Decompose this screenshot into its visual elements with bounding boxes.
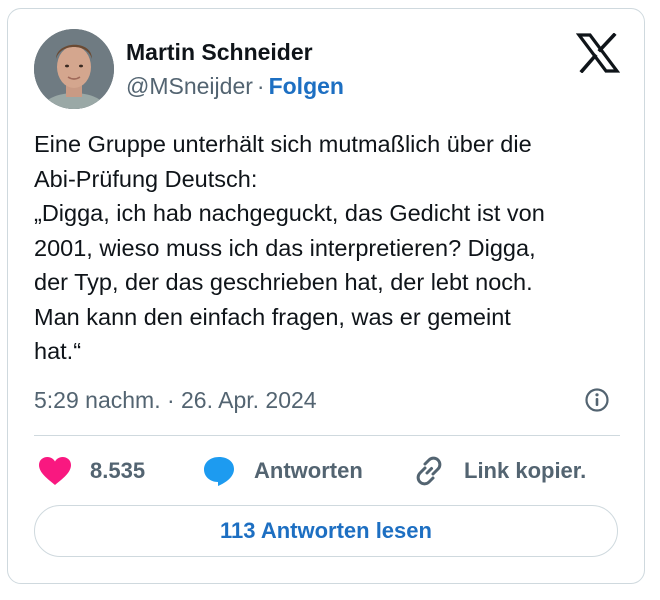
copy-link-label: Link kopier. — [464, 458, 587, 483]
x-logo-icon[interactable] — [575, 32, 621, 74]
like-button[interactable]: 8.535 — [38, 454, 145, 488]
tweet-card: Martin Schneider @MSneijder · Folgen Eine … — [7, 8, 645, 584]
author-name[interactable]: Martin Schneider — [126, 39, 313, 66]
reply-button[interactable]: Antworten — [202, 454, 363, 488]
read-replies-button[interactable]: 113 Antworten lesen — [34, 505, 618, 557]
avatar-image — [34, 29, 114, 109]
avatar[interactable] — [34, 29, 114, 109]
author-handle-row: @MSneijder · Folgen — [126, 73, 344, 100]
copy-link-button[interactable]: Link kopier. — [412, 454, 586, 488]
separator-dot: · — [256, 73, 265, 99]
reply-bubble-icon — [204, 457, 234, 486]
info-icon[interactable] — [584, 387, 610, 413]
reply-label: Antworten — [254, 458, 363, 483]
tweet-timestamp[interactable]: 5:29 nachm. · 26. Apr. 2024 — [34, 387, 317, 414]
divider — [34, 435, 620, 436]
link-icon — [416, 456, 442, 486]
author-handle[interactable]: @MSneijder — [126, 73, 253, 99]
heart-icon — [39, 457, 71, 485]
like-count: 8.535 — [90, 458, 146, 483]
tweet-text: Eine Gruppe unterhält sich mutmaßlich üb… — [34, 131, 545, 364]
follow-button[interactable]: Folgen — [269, 73, 344, 99]
